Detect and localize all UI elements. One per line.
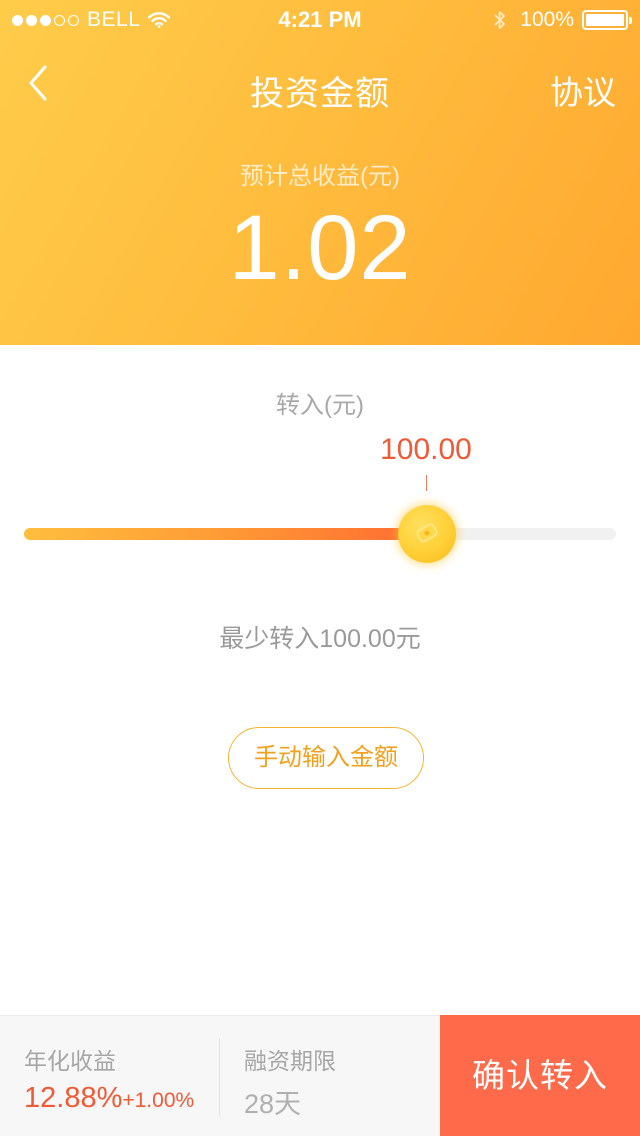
coin-icon (414, 519, 440, 550)
footer-divider (219, 1038, 220, 1116)
annual-yield-value-group: 12.88%+1.00% (24, 1082, 194, 1115)
status-bar: BELL 4:21 PM 100% (0, 0, 640, 40)
battery-percentage: 100% (520, 8, 574, 31)
transfer-label: 转入(元) (276, 392, 364, 419)
annual-yield-value: 12.88% (24, 1082, 123, 1114)
slider-thumb[interactable] (398, 505, 456, 563)
expected-earnings-label: 预计总收益(元) (240, 163, 400, 190)
minimum-transfer-note: 最少转入100.00元 (219, 625, 421, 653)
expected-earnings-value: 1.02 (228, 197, 412, 299)
slider-fill (24, 528, 427, 540)
annual-yield-bonus: +1.00% (122, 1089, 195, 1112)
status-right: 100% (494, 8, 632, 32)
slider-value: 100.00 (380, 433, 472, 466)
page-title: 投资金额 (250, 75, 390, 113)
investment-panel: 转入(元) 100.00 最少转入100.00元 手动输入金额 (0, 345, 640, 1015)
financing-term-value: 28天 (244, 1089, 302, 1119)
header: BELL 4:21 PM 100% 投资金额 协议 预计总收益(元) 1.02 (0, 0, 640, 345)
agreement-link[interactable]: 协议 (550, 66, 616, 114)
amount-slider[interactable] (24, 505, 616, 565)
bluetooth-icon (494, 10, 506, 30)
manual-input-button[interactable]: 手动输入金额 (228, 727, 424, 789)
financing-term-label: 融资期限 (244, 1048, 336, 1074)
confirm-transfer-button[interactable]: 确认转入 (440, 1015, 640, 1136)
annual-yield-label: 年化收益 (24, 1048, 116, 1074)
battery-icon (582, 10, 632, 30)
navigation-bar: 投资金额 协议 (0, 50, 640, 120)
slider-value-tick (426, 475, 427, 491)
